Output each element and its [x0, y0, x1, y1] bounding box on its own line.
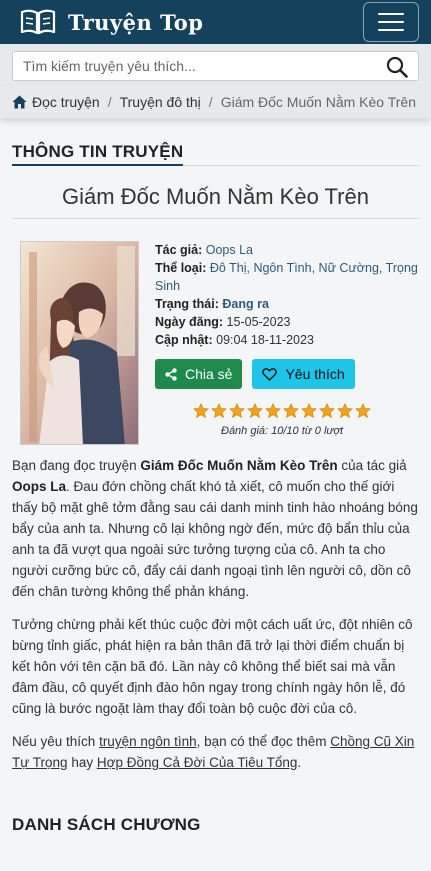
description-paragraph: Bạn đang đọc truyện Giám Đốc Muốn Nằm Kè… [12, 458, 418, 599]
description-story-title: Giám Đốc Muốn Nằm Kèo Trên [140, 458, 338, 473]
description-author: Oops La [12, 479, 67, 494]
site-logo[interactable]: Truyện Top [20, 8, 203, 36]
star-icon[interactable] [283, 403, 299, 419]
star-icon[interactable] [319, 403, 335, 419]
top-navbar: Truyện Top [0, 0, 431, 44]
rating-text: Đánh giá: 10/10 từ 0 lượt [221, 425, 344, 437]
meta-posted-row: Ngày đăng: 15-05-2023 [155, 313, 419, 331]
menu-bar-icon [378, 21, 404, 23]
star-icon[interactable] [247, 403, 263, 419]
story-cover-image[interactable] [20, 241, 139, 445]
status-value: Đang ra [222, 297, 269, 311]
meta-status-row: Trạng thái: Đang ra [155, 295, 419, 313]
meta-genre-row: Thể loại: Đô Thị, Ngôn Tình, Nữ Cường, T… [155, 261, 418, 293]
breadcrumb-current: Giám Đốc Muốn Nằm Kèo Trên [220, 94, 416, 110]
star-icon[interactable] [193, 403, 209, 419]
hamburger-menu-button[interactable] [363, 2, 419, 42]
updated-value: 09:04 18-11-2023 [216, 333, 314, 347]
rating-stars [193, 403, 419, 419]
star-icon[interactable] [337, 403, 353, 419]
book-icon [20, 9, 56, 35]
site-logo-text: Truyện Top [68, 9, 204, 35]
genre-link-ngon-tinh[interactable]: truyện ngôn tình [99, 734, 197, 749]
search-icon[interactable] [386, 56, 408, 78]
cover-art-icon [21, 242, 138, 444]
search-input[interactable] [13, 52, 418, 80]
genre-label: Thể loại: [155, 261, 207, 275]
home-icon [12, 95, 27, 109]
updated-label: Cập nhật: [155, 333, 213, 347]
breadcrumb: Đọc truyện / Truyện đô thị / Giám Đốc Mu… [0, 86, 431, 118]
genre-link[interactable]: Ngôn Tình [253, 261, 311, 275]
posted-label: Ngày đăng: [155, 315, 224, 329]
heart-icon [262, 367, 278, 381]
star-icon[interactable] [301, 403, 317, 419]
story-description: Bạn đang đọc truyện Giám Đốc Muốn Nằm Kè… [12, 455, 419, 773]
status-label: Trạng thái: [155, 297, 219, 311]
star-icon[interactable] [229, 403, 245, 419]
favorite-button-label: Yêu thích [285, 366, 345, 382]
star-icon[interactable] [211, 403, 227, 419]
posted-value: 15-05-2023 [226, 315, 291, 329]
description-paragraph: Nếu yêu thích truyện ngôn tình, bạn có t… [12, 734, 415, 770]
meta-updated-row: Cập nhật: 09:04 18-11-2023 [155, 331, 419, 349]
genre-link[interactable]: Nữ Cường [319, 261, 379, 275]
breadcrumb-separator: / [208, 94, 213, 110]
related-story-link[interactable]: Hợp Đồng Cả Đời Của Tiêu Tổng [97, 755, 298, 770]
description-paragraph: Tưởng chừng phải kết thúc cuộc đời một c… [12, 617, 413, 716]
story-meta: Tác giả: Oops La Thể loại: Đô Thị, Ngôn … [155, 241, 419, 445]
section-title-info: THÔNG TIN TRUYỆN [12, 142, 184, 166]
menu-bar-icon [378, 13, 404, 15]
favorite-button[interactable]: Yêu thích [252, 359, 355, 389]
meta-author-row: Tác giả: Oops La [155, 241, 419, 259]
author-label: Tác giả: [155, 243, 203, 257]
search-section [0, 44, 431, 86]
breadcrumb-separator: / [107, 94, 112, 110]
star-icon[interactable] [355, 403, 371, 419]
story-title: Giám Đốc Muốn Nằm Kèo Trên [12, 166, 419, 219]
story-info-row: Tác giả: Oops La Thể loại: Đô Thị, Ngôn … [12, 219, 419, 445]
menu-bar-icon [378, 29, 404, 31]
share-button[interactable]: Chia sẻ [155, 359, 243, 389]
breadcrumb-link-category[interactable]: Truyện đô thị [120, 94, 201, 110]
section-title-chapters: DANH SÁCH CHƯƠNG [12, 815, 201, 834]
share-button-label: Chia sẻ [185, 366, 233, 382]
story-main: THÔNG TIN TRUYỆN Giám Đốc Muốn Nằm Kèo T… [12, 118, 419, 835]
share-icon [165, 367, 177, 381]
breadcrumb-link-home[interactable]: Đọc truyện [32, 94, 100, 110]
search-box [12, 51, 419, 81]
author-link[interactable]: Oops La [206, 243, 253, 257]
star-icon[interactable] [265, 403, 281, 419]
story-actions: Chia sẻ Yêu thích [155, 359, 419, 389]
genre-link[interactable]: Đô Thị [210, 261, 247, 275]
